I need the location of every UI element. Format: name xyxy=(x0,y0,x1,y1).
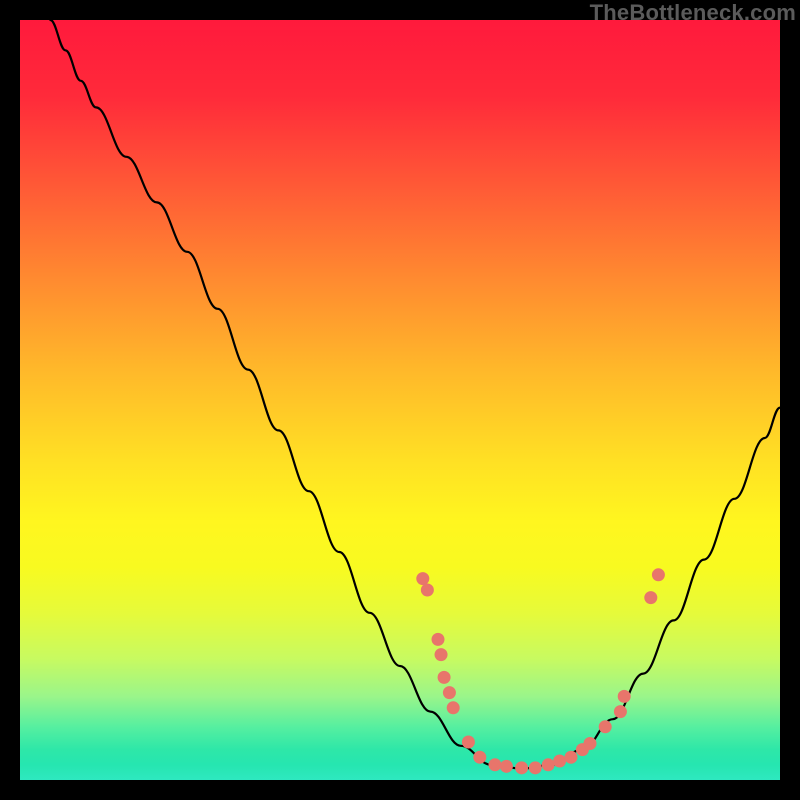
data-point xyxy=(500,760,513,773)
data-point xyxy=(599,720,612,733)
data-point xyxy=(644,591,657,604)
data-point xyxy=(447,701,460,714)
data-point xyxy=(614,705,627,718)
data-point xyxy=(584,737,597,750)
chart-overlay xyxy=(20,20,780,780)
data-point xyxy=(529,761,542,774)
data-point xyxy=(435,648,448,661)
bottleneck-curve xyxy=(50,20,780,769)
data-point xyxy=(438,671,451,684)
data-point xyxy=(652,568,665,581)
data-point xyxy=(553,755,566,768)
data-point xyxy=(421,584,434,597)
data-point xyxy=(618,690,631,703)
data-point xyxy=(416,572,429,585)
data-points xyxy=(416,568,665,774)
watermark-text: TheBottleneck.com xyxy=(590,0,796,26)
chart-frame xyxy=(20,20,780,780)
data-point xyxy=(542,758,555,771)
data-point xyxy=(462,736,475,749)
data-point xyxy=(443,686,456,699)
data-point xyxy=(515,761,528,774)
data-point xyxy=(565,751,578,764)
data-point xyxy=(489,758,502,771)
data-point xyxy=(432,633,445,646)
data-point xyxy=(473,751,486,764)
